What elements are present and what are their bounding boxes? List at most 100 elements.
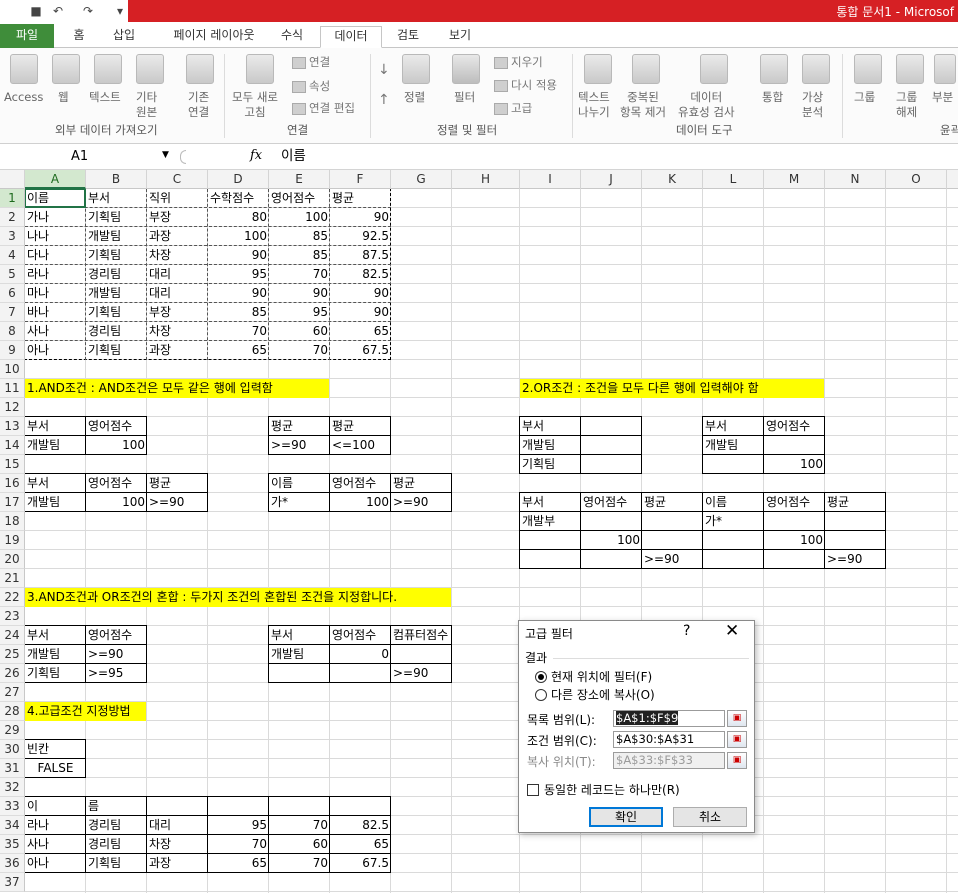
checkbox-icon[interactable] — [527, 784, 539, 796]
tab-formulas[interactable]: 수식 — [276, 26, 308, 48]
column-header[interactable]: L — [703, 170, 764, 189]
cell[interactable]: 70 — [208, 322, 269, 341]
cell[interactable]: 85 — [269, 246, 330, 265]
cell[interactable]: 개발팀 — [520, 436, 581, 455]
header-cell[interactable]: 직위 — [147, 189, 208, 208]
cell[interactable]: 82.5 — [330, 265, 391, 284]
cell[interactable]: 아나 — [25, 854, 86, 873]
cell[interactable] — [581, 417, 642, 436]
row-header[interactable]: 5 — [0, 265, 25, 284]
cell[interactable]: 100 — [208, 227, 269, 246]
cancel-button[interactable]: 취소 — [673, 807, 747, 827]
row-header[interactable]: 32 — [0, 778, 25, 797]
formula-bar-splitter[interactable] — [180, 150, 186, 164]
properties-button[interactable]: 속성 — [292, 78, 330, 94]
row-header[interactable]: 1 — [0, 189, 25, 208]
tab-data[interactable]: 데이터 — [320, 26, 382, 48]
filter-button[interactable]: 필터 — [454, 90, 475, 105]
unique-records-checkbox[interactable]: 동일한 레코드는 하나만(R) — [527, 781, 680, 798]
column-header[interactable]: E — [269, 170, 330, 189]
cell[interactable]: 90 — [330, 303, 391, 322]
cell[interactable]: >=95 — [86, 664, 147, 683]
cell[interactable]: 영어점수 — [330, 626, 391, 645]
cell[interactable] — [703, 455, 764, 474]
cell[interactable]: >=90 — [147, 493, 208, 512]
cell[interactable]: 영어점수 — [330, 474, 391, 493]
row-header[interactable]: 17 — [0, 493, 25, 512]
access-button[interactable]: Access — [4, 90, 43, 105]
section-heading-mix[interactable]: 3.AND조건과 OR조건의 혼합 : 두가지 조건의 혼합된 조건을 지정합니… — [25, 588, 451, 607]
cell[interactable]: 부서 — [703, 417, 764, 436]
edit-links-button[interactable]: 연결 편집 — [292, 100, 355, 116]
cell[interactable]: 과장 — [147, 227, 208, 246]
column-header[interactable]: A — [25, 170, 86, 189]
tab-review[interactable]: 검토 — [392, 26, 424, 48]
cell[interactable] — [330, 797, 391, 816]
cell[interactable]: 65 — [208, 341, 269, 360]
section-heading-and[interactable]: 1.AND조건 : AND조건은 모두 같은 행에 입력함 — [25, 379, 329, 398]
header-cell[interactable]: 수학점수 — [208, 189, 269, 208]
cell[interactable]: 65 — [208, 854, 269, 873]
cell[interactable]: 영어점수 — [86, 474, 147, 493]
cell[interactable]: 60 — [269, 322, 330, 341]
cell[interactable]: >=90 — [269, 436, 330, 455]
cell[interactable] — [147, 797, 208, 816]
cell[interactable]: 100 — [764, 531, 825, 550]
row-header[interactable]: 13 — [0, 417, 25, 436]
cell[interactable]: 차장 — [147, 246, 208, 265]
cell[interactable]: >=90 — [86, 645, 147, 664]
what-if-button[interactable]: 가상 분석 — [802, 90, 823, 120]
cell[interactable]: 65 — [330, 322, 391, 341]
cell[interactable]: 부장 — [147, 208, 208, 227]
tab-view[interactable]: 보기 — [444, 26, 476, 48]
row-header[interactable]: 26 — [0, 664, 25, 683]
column-header[interactable]: G — [391, 170, 452, 189]
cell[interactable]: 개발부 — [520, 512, 581, 531]
column-header[interactable]: N — [825, 170, 886, 189]
cell[interactable]: >=90 — [825, 550, 886, 569]
cell[interactable]: 부장 — [147, 303, 208, 322]
row-header[interactable]: 8 — [0, 322, 25, 341]
other-sources-button[interactable]: 기타 원본 — [136, 90, 157, 120]
data-validation-button[interactable]: 데이터 유효성 검사 — [678, 90, 735, 120]
sort-button[interactable]: 정렬 — [404, 90, 425, 105]
cell[interactable]: 라나 — [25, 265, 86, 284]
sort-za-icon[interactable]: ↑ — [378, 92, 390, 108]
ok-button[interactable]: 확인 — [589, 807, 663, 827]
cell[interactable]: 경리팀 — [86, 322, 147, 341]
cell[interactable]: 경리팀 — [86, 265, 147, 284]
select-all-corner[interactable] — [0, 170, 25, 189]
cell[interactable]: 기획팀 — [86, 208, 147, 227]
cell[interactable]: <=100 — [330, 436, 391, 455]
cell[interactable]: 개발팀 — [25, 645, 86, 664]
group-button[interactable]: 그룹 — [854, 90, 875, 105]
column-header[interactable]: I — [520, 170, 581, 189]
cell[interactable]: >=90 — [391, 664, 452, 683]
tab-home[interactable]: 홈 — [66, 26, 92, 48]
column-header[interactable]: F — [330, 170, 391, 189]
cell[interactable]: 평균 — [269, 417, 330, 436]
cell[interactable]: 라나 — [25, 816, 86, 835]
cell[interactable]: 바나 — [25, 303, 86, 322]
cell[interactable]: 경리팀 — [86, 816, 147, 835]
row-header[interactable]: 36 — [0, 854, 25, 873]
option-copy-elsewhere[interactable]: 다른 장소에 복사(O) — [535, 686, 655, 703]
advanced-button[interactable]: 고급 — [494, 100, 532, 116]
cell[interactable]: 100 — [764, 455, 825, 474]
row-header[interactable]: 30 — [0, 740, 25, 759]
cell[interactable]: 부서 — [520, 493, 581, 512]
cell[interactable]: 기획팀 — [86, 246, 147, 265]
row-header[interactable]: 29 — [0, 721, 25, 740]
cell[interactable] — [581, 436, 642, 455]
insert-function-icon[interactable]: fx — [250, 148, 262, 163]
cell[interactable]: 70 — [269, 265, 330, 284]
cell[interactable]: 개발팀 — [269, 645, 330, 664]
cell[interactable]: 기획팀 — [86, 341, 147, 360]
cell[interactable] — [269, 797, 330, 816]
cell[interactable] — [520, 550, 581, 569]
cell[interactable]: 개발팀 — [86, 284, 147, 303]
cell[interactable]: 부서 — [25, 474, 86, 493]
row-header[interactable]: 7 — [0, 303, 25, 322]
column-header[interactable]: H — [452, 170, 520, 189]
column-header[interactable]: O — [886, 170, 947, 189]
